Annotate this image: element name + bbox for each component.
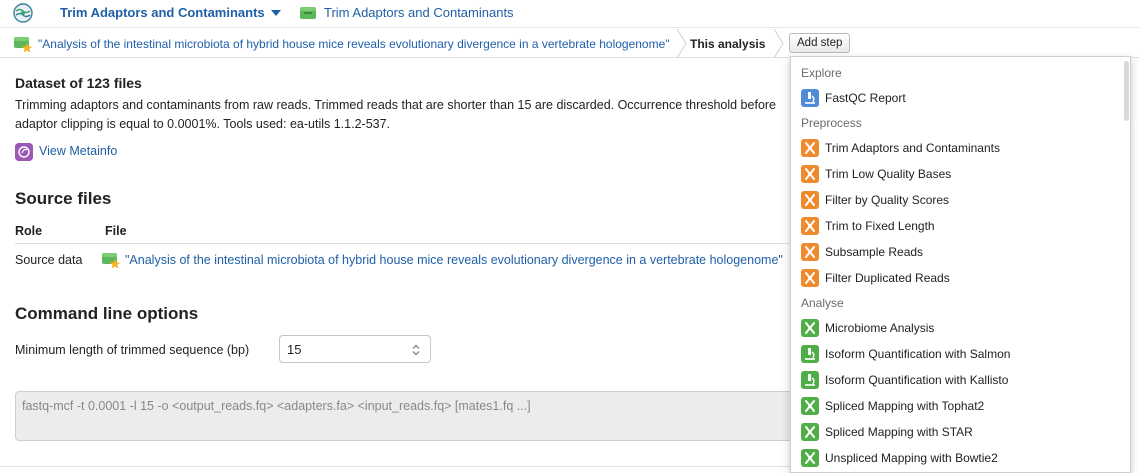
chevron-down-icon[interactable]	[271, 10, 281, 16]
menu-scrollbar[interactable]	[1124, 61, 1129, 121]
command-text: fastq-mcf -t 0.0001 -l 15 -o <output_rea…	[22, 399, 531, 413]
menu-item[interactable]: Spliced Mapping with STAR	[801, 422, 1121, 442]
command-preview: fastq-mcf -t 0.0001 -l 15 -o <output_rea…	[15, 391, 790, 441]
stepper-arrows-icon[interactable]	[412, 344, 420, 356]
menu-item-label: Unspliced Mapping with Bowtie2	[825, 451, 998, 465]
menu-item[interactable]: Isoform Quantification with Salmon	[801, 344, 1121, 364]
menu-section-header: Explore	[801, 66, 842, 80]
tool-icon	[801, 423, 819, 441]
add-step-menu: Explore FastQC Report Preprocess Trim Adapt…	[790, 56, 1131, 473]
project-dataset-icon	[14, 37, 33, 53]
menu-item-label: Spliced Mapping with STAR	[825, 425, 973, 439]
command-line-heading: Command line options	[15, 304, 199, 323]
breadcrumb-parent-link[interactable]: "Analysis of the intestinal microbiota o…	[38, 37, 670, 51]
main-content: Dataset of 123 files Trimming adaptors a…	[15, 58, 790, 473]
menu-item[interactable]: Trim to Fixed Length	[801, 216, 1121, 236]
menu-section-header: Analyse	[801, 296, 844, 310]
menu-item-label: Filter by Quality Scores	[825, 193, 950, 207]
menu-item[interactable]: Microbiome Analysis	[801, 318, 1121, 338]
menu-item[interactable]: Filter Duplicated Reads	[801, 268, 1121, 288]
menu-item-label: Trim Adaptors and Contaminants	[825, 141, 1000, 155]
source-file-link[interactable]: "Analysis of the intestinal microbiota o…	[125, 253, 783, 267]
menu-item[interactable]: Trim Adaptors and Contaminants	[801, 138, 1121, 158]
tool-icon	[801, 397, 819, 415]
breadcrumb: "Analysis of the intestinal microbiota o…	[0, 29, 1139, 58]
tool-icon	[801, 319, 819, 337]
app-logo-icon[interactable]	[12, 2, 34, 24]
menu-item[interactable]: Subsample Reads	[801, 242, 1121, 262]
dataset-link[interactable]: Trim Adaptors and Contaminants	[324, 5, 514, 20]
column-header-file: File	[105, 224, 127, 238]
min-length-input[interactable]: 15	[279, 335, 431, 363]
source-files-heading: Source files	[15, 189, 112, 208]
menu-item-label: Microbiome Analysis	[825, 321, 935, 335]
breadcrumb-current: This analysis	[690, 37, 766, 51]
dataset-title: Dataset of 123 files	[15, 75, 142, 91]
menu-item[interactable]: FastQC Report	[801, 88, 1121, 108]
menu-item[interactable]: Isoform Quantification with Kallisto	[801, 370, 1121, 390]
column-header-role: Role	[15, 224, 43, 238]
menu-item-label: FastQC Report	[825, 91, 906, 105]
menu-item[interactable]: Spliced Mapping with Tophat2	[801, 396, 1121, 416]
tool-icon	[801, 243, 819, 261]
table-divider	[15, 243, 790, 244]
menu-section-header: Preprocess	[801, 116, 862, 130]
metainfo-icon	[15, 143, 33, 161]
menu-item[interactable]: Filter by Quality Scores	[801, 190, 1121, 210]
tool-icon	[801, 269, 819, 287]
menu-item-label: Subsample Reads	[825, 245, 924, 259]
microscope-icon	[801, 345, 819, 363]
menu-item[interactable]: Unspliced Mapping with Bowtie2	[801, 448, 1121, 468]
menu-item-label: Isoform Quantification with Kallisto	[825, 373, 1009, 387]
footer-divider	[0, 466, 790, 467]
source-role-cell: Source data	[15, 253, 83, 267]
tool-icon	[801, 139, 819, 157]
breadcrumb-separator	[773, 29, 784, 58]
microscope-icon	[801, 89, 819, 107]
min-length-label: Minimum length of trimmed sequence (bp)	[15, 343, 250, 357]
menu-item-label: Trim Low Quality Bases	[825, 167, 952, 181]
tool-icon	[801, 191, 819, 209]
breadcrumb-separator	[676, 29, 687, 58]
tool-icon	[801, 449, 819, 467]
microscope-icon	[801, 371, 819, 389]
dataset-icon	[300, 7, 316, 19]
menu-item-label: Spliced Mapping with Tophat2	[825, 399, 985, 413]
project-dataset-icon	[102, 253, 121, 269]
menu-item-label: Trim to Fixed Length	[825, 219, 935, 233]
dataset-description: Trimming adaptors and contaminants from …	[15, 98, 777, 131]
menu-item[interactable]: Trim Low Quality Bases	[801, 164, 1121, 184]
add-step-button[interactable]: Add step	[789, 33, 851, 53]
tool-icon	[801, 165, 819, 183]
menu-item-label: Filter Duplicated Reads	[825, 271, 950, 285]
view-metainfo-link[interactable]: View Metainfo	[39, 144, 117, 158]
min-length-value: 15	[287, 342, 302, 357]
top-navbar: Trim Adaptors and Contaminants Trim Adap…	[0, 0, 1139, 28]
menu-item-label: Isoform Quantification with Salmon	[825, 347, 1011, 361]
tool-icon	[801, 217, 819, 235]
tool-title-dropdown[interactable]: Trim Adaptors and Contaminants	[60, 5, 265, 20]
